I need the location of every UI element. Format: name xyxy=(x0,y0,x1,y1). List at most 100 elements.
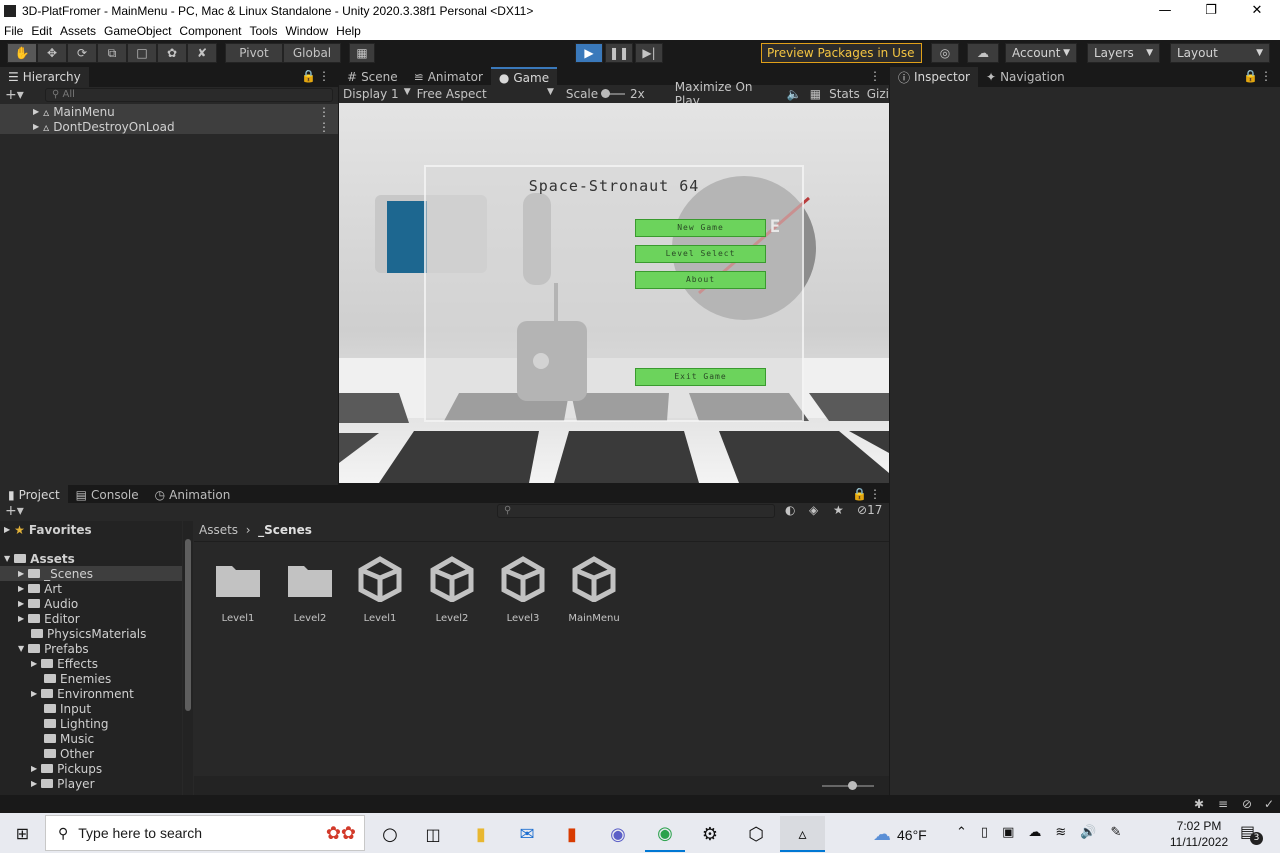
clock[interactable]: 7:02 PM 11/11/2022 xyxy=(1166,818,1232,850)
menu-assets[interactable]: Assets xyxy=(56,24,100,38)
tab-console[interactable]: ▤ Console xyxy=(68,485,147,505)
kebab-menu-icon[interactable]: ⋮ xyxy=(869,69,881,83)
tree-item-player[interactable]: ▶ Player xyxy=(0,776,182,791)
expand-arrow-icon[interactable]: ▶ xyxy=(33,122,39,131)
pivot-toggle[interactable]: Pivot xyxy=(225,43,283,63)
tab-animation[interactable]: ◷ Animation xyxy=(147,485,239,505)
asset-folder-level2[interactable]: Level2 xyxy=(280,555,340,624)
custom-tool-icon[interactable]: ✘ xyxy=(187,43,217,63)
chevron-up-icon[interactable]: ⌃ xyxy=(956,825,967,840)
create-icon[interactable]: +▾ xyxy=(5,503,24,519)
tree-item-pickups[interactable]: ▶ Pickups xyxy=(0,761,182,776)
add-icon[interactable]: +▾ xyxy=(5,87,24,103)
tree-item-lighting[interactable]: Lighting xyxy=(0,716,182,731)
aspect-dropdown[interactable]: Free Aspect ▼ xyxy=(413,87,560,101)
taskbar-search-input[interactable]: ⚲ Type here to search ✿✿ xyxy=(45,815,365,851)
breadcrumb-assets[interactable]: Assets xyxy=(199,523,238,537)
kebab-menu-icon[interactable]: ⋮ xyxy=(1260,69,1272,83)
asset-scene-mainmenu[interactable]: MainMenu xyxy=(564,555,624,624)
kebab-menu-icon[interactable]: ⋮ xyxy=(318,105,330,119)
pause-button[interactable]: ❚❚ xyxy=(605,43,633,63)
vsync-icon[interactable]: ▦ xyxy=(810,87,821,101)
level-select-button[interactable]: Level Select xyxy=(635,245,766,263)
tab-animator[interactable]: ≌ Animator xyxy=(406,67,491,87)
hierarchy-search-input[interactable]: ⚲ All xyxy=(45,88,333,102)
hierarchy-item-dontdestroyonload[interactable]: ▶ ▵ DontDestroyOnLoad ⋮ xyxy=(0,119,338,134)
tree-item-physicsmaterials[interactable]: PhysicsMaterials xyxy=(0,626,182,641)
asset-scene-level2[interactable]: Level2 xyxy=(422,555,482,624)
menu-edit[interactable]: Edit xyxy=(27,24,56,38)
tree-item-audio[interactable]: ▶ Audio xyxy=(0,596,182,611)
menu-component[interactable]: Component xyxy=(175,24,245,38)
icon-size-slider[interactable] xyxy=(822,781,874,790)
tab-game[interactable]: ● Game xyxy=(490,67,558,87)
filter-by-label-icon[interactable]: ◈ xyxy=(809,503,818,517)
restore-button[interactable]: ❐ xyxy=(1188,0,1234,22)
tree-item-assets[interactable]: ▼ Assets xyxy=(0,551,182,566)
layers-dropdown[interactable]: Layers ▼ xyxy=(1087,43,1160,63)
lock-icon[interactable]: 🔒 xyxy=(301,69,316,83)
chrome-icon[interactable]: ◉ xyxy=(645,816,685,852)
game-view[interactable]: Space-Stronaut 64 S.P.A.C.E New Game Lev… xyxy=(339,103,889,483)
tree-item-art[interactable]: ▶ Art xyxy=(0,581,182,596)
minimize-button[interactable]: — xyxy=(1142,0,1188,22)
tree-item-scenes[interactable]: ▶ _Scenes xyxy=(0,566,182,581)
tree-scrollbar[interactable] xyxy=(183,521,193,795)
account-dropdown[interactable]: Account ▼ xyxy=(1005,43,1077,63)
tree-item-effects[interactable]: ▶ Effects xyxy=(0,656,182,671)
mail-icon[interactable]: ✉ xyxy=(507,816,547,852)
lock-icon[interactable]: 🔒 xyxy=(1243,69,1258,83)
hidden-packages-toggle[interactable]: ⊘17 xyxy=(857,503,882,517)
tree-item-input[interactable]: Input xyxy=(0,701,182,716)
layout-dropdown[interactable]: Layout ▼ xyxy=(1170,43,1270,63)
menu-tools[interactable]: Tools xyxy=(245,24,281,38)
tab-hierarchy[interactable]: ☰ Hierarchy xyxy=(0,67,89,87)
tab-navigation[interactable]: ✦ Navigation xyxy=(978,67,1073,87)
tree-item-other[interactable]: Other xyxy=(0,746,182,761)
step-button[interactable]: ▶| xyxy=(635,43,663,63)
global-toggle[interactable]: Global xyxy=(283,43,341,63)
tree-item-editor[interactable]: ▶ Editor xyxy=(0,611,182,626)
project-search-input[interactable]: ⚲ xyxy=(497,504,775,518)
windows-start-icon[interactable]: ⊞ xyxy=(0,813,45,853)
stats-toggle[interactable]: Stats xyxy=(829,87,860,101)
about-button[interactable]: About xyxy=(635,271,766,289)
tree-item-prefabs[interactable]: ▼ Prefabs xyxy=(0,641,182,656)
play-button[interactable]: ▶ xyxy=(575,43,603,63)
display-dropdown[interactable]: Display 1 ▼ xyxy=(339,87,413,101)
stack-icon[interactable]: ≡ xyxy=(1218,797,1228,811)
unity-editor-icon[interactable]: ▵ xyxy=(780,816,825,852)
new-game-button[interactable]: New Game xyxy=(635,219,766,237)
tree-item-enemies[interactable]: Enemies xyxy=(0,671,182,686)
lock-icon[interactable]: 🔒 xyxy=(852,487,867,501)
kebab-menu-icon[interactable]: ⋮ xyxy=(318,120,330,134)
kebab-menu-icon[interactable]: ⋮ xyxy=(318,69,330,83)
move-tool-icon[interactable]: ✥ xyxy=(37,43,67,63)
kebab-menu-icon[interactable]: ⋮ xyxy=(869,487,881,501)
menu-help[interactable]: Help xyxy=(332,24,365,38)
unity-hub-icon[interactable]: ⬡ xyxy=(736,816,776,852)
weather-widget[interactable]: ☁ 46°F xyxy=(873,824,927,845)
menu-window[interactable]: Window xyxy=(281,24,332,38)
hand-tool-icon[interactable]: ✋ xyxy=(7,43,37,63)
task-view-icon[interactable]: ◫ xyxy=(413,816,453,852)
office-icon[interactable]: ▮ xyxy=(552,816,592,852)
gizmos-toggle[interactable]: Gizi xyxy=(867,87,889,101)
grid-snap-icon[interactable]: ▦ xyxy=(349,43,375,63)
discord-icon[interactable]: ◉ xyxy=(598,816,638,852)
file-explorer-icon[interactable]: ▮ xyxy=(461,816,501,852)
breadcrumb-scenes[interactable]: _Scenes xyxy=(258,523,312,537)
tree-item-music[interactable]: Music xyxy=(0,731,182,746)
favorite-star-icon[interactable]: ★ xyxy=(833,503,844,517)
tree-item-favorites[interactable]: ▶ ★ Favorites xyxy=(0,522,182,537)
tab-inspector[interactable]: ⓘ Inspector xyxy=(890,67,978,87)
onedrive-cloud-icon[interactable]: ☁ xyxy=(1028,825,1041,840)
asset-folder-level1[interactable]: Level1 xyxy=(208,555,268,624)
hierarchy-item-mainmenu[interactable]: ▶ ▵ MainMenu ⋮ xyxy=(0,104,338,119)
scale-slider[interactable] xyxy=(601,89,626,98)
close-button[interactable]: ✕ xyxy=(1234,0,1280,22)
filter-by-type-icon[interactable]: ◐ xyxy=(785,503,795,517)
asset-scene-level3[interactable]: Level3 xyxy=(493,555,553,624)
menu-file[interactable]: File xyxy=(0,24,27,38)
exit-game-button[interactable]: Exit Game xyxy=(635,368,766,386)
